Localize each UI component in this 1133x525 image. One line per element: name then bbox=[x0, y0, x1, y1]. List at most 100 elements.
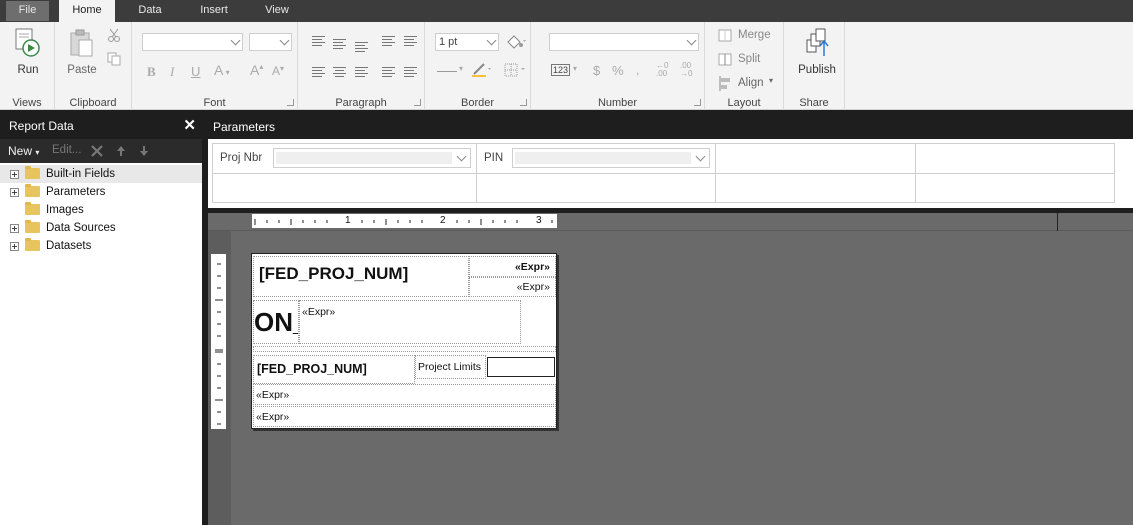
tab-insert[interactable]: Insert bbox=[190, 0, 238, 22]
folder-icon bbox=[25, 166, 40, 179]
merge-button[interactable]: Merge bbox=[718, 28, 780, 44]
expand-icon[interactable] bbox=[10, 242, 19, 251]
borders-icon[interactable] bbox=[503, 62, 527, 78]
pin-dropdown[interactable] bbox=[512, 148, 710, 168]
fill-color-icon[interactable] bbox=[505, 34, 527, 50]
project-limits-value-box[interactable] bbox=[487, 357, 555, 377]
bold-icon[interactable]: B bbox=[147, 64, 156, 80]
row-expr-textbox-1[interactable]: «Expr» bbox=[253, 384, 556, 405]
placeholder-dropdown-icon[interactable]: ▾ bbox=[573, 64, 577, 73]
font-dialog-launcher-icon[interactable] bbox=[287, 99, 294, 106]
merge-icon bbox=[718, 29, 732, 42]
align-left-icon[interactable] bbox=[312, 67, 325, 78]
split-button[interactable]: Split bbox=[718, 52, 780, 68]
publish-button[interactable]: Publish bbox=[792, 26, 840, 80]
percent-icon[interactable]: % bbox=[612, 63, 624, 78]
param-cell-proj-nbr: Proj Nbr bbox=[213, 144, 477, 174]
placeholder-styles-icon[interactable]: 123 bbox=[551, 64, 571, 76]
align-center-icon[interactable] bbox=[333, 67, 346, 78]
tree-item-data-sources[interactable]: Data Sources bbox=[0, 219, 202, 237]
logo-textbox[interactable]: ON_ bbox=[253, 300, 299, 344]
border-weight-combo[interactable]: 1 pt bbox=[435, 33, 499, 51]
ruler-mark-1: 1 bbox=[345, 215, 351, 226]
param-cell-empty bbox=[716, 144, 916, 174]
border-dialog-launcher-icon[interactable] bbox=[520, 99, 527, 106]
border-style-icon[interactable] bbox=[437, 71, 457, 72]
ruler-end-marker bbox=[1057, 213, 1058, 231]
expand-icon[interactable] bbox=[10, 170, 19, 179]
fed-proj-num-textbox[interactable]: [FED_PROJ_NUM] bbox=[253, 355, 415, 384]
numbering-icon[interactable] bbox=[404, 67, 417, 78]
delete-icon[interactable] bbox=[91, 145, 103, 157]
expand-icon[interactable] bbox=[10, 188, 19, 197]
align-button[interactable]: Align ▾ bbox=[718, 76, 780, 92]
align-top-icon[interactable] bbox=[312, 36, 325, 47]
tree-item-parameters[interactable]: Parameters bbox=[0, 183, 202, 201]
project-limits-label: Project Limits bbox=[418, 361, 482, 373]
cut-icon[interactable] bbox=[107, 28, 121, 42]
number-format-combo[interactable] bbox=[549, 33, 699, 51]
close-icon[interactable]: ✕ bbox=[183, 112, 196, 140]
align-middle-icon[interactable] bbox=[333, 39, 346, 50]
align-dropdown-icon: ▾ bbox=[769, 76, 774, 85]
bullets-icon[interactable] bbox=[382, 67, 395, 78]
font-family-combo[interactable] bbox=[142, 33, 243, 51]
paste-button[interactable]: Paste bbox=[62, 26, 102, 80]
chevron-down-icon bbox=[456, 151, 467, 162]
tab-data[interactable]: Data bbox=[128, 0, 172, 22]
align-right-icon[interactable] bbox=[355, 67, 368, 78]
tab-file[interactable]: File bbox=[6, 1, 49, 21]
title-textbox[interactable]: [FED_PROJ_NUM] bbox=[253, 256, 469, 297]
align-bottom-icon[interactable] bbox=[355, 42, 368, 53]
tab-home[interactable]: Home bbox=[59, 0, 115, 22]
comma-style-icon[interactable]: , bbox=[636, 63, 639, 77]
parameters-header: Parameters bbox=[208, 112, 1133, 139]
grow-font-icon[interactable]: A▴ bbox=[250, 62, 263, 78]
underline-icon[interactable]: U bbox=[191, 64, 200, 79]
border-style-dropdown-icon[interactable]: ▾ bbox=[459, 64, 463, 73]
font-color-icon[interactable]: A ▾ bbox=[214, 62, 230, 78]
paragraph-group-label: Paragraph bbox=[335, 97, 387, 109]
increase-indent-icon[interactable] bbox=[404, 36, 417, 47]
edit-button[interactable]: Edit... bbox=[52, 144, 81, 156]
font-size-combo[interactable] bbox=[249, 33, 292, 51]
run-button[interactable]: Run bbox=[8, 26, 48, 80]
paragraph-dialog-launcher-icon[interactable] bbox=[414, 99, 421, 106]
border-color-icon[interactable] bbox=[470, 62, 492, 78]
tree-item-built-in-fields[interactable]: Built-in Fields bbox=[0, 165, 202, 183]
decrease-decimal-icon[interactable]: .00 →0 bbox=[680, 62, 692, 78]
number-dialog-launcher-icon[interactable] bbox=[694, 99, 701, 106]
tab-view[interactable]: View bbox=[256, 0, 298, 22]
header-expr-textbox-2[interactable]: «Expr» bbox=[469, 277, 556, 297]
move-up-icon[interactable] bbox=[116, 145, 126, 157]
param-label-pin: PIN bbox=[484, 152, 504, 164]
report-data-toolbar: New ▾ Edit... bbox=[0, 139, 202, 163]
expr-textbox[interactable]: «Expr» bbox=[299, 300, 521, 344]
tree-item-images[interactable]: Images bbox=[0, 201, 202, 219]
group-border: 1 pt ▾ Border bbox=[425, 22, 531, 110]
tree-item-datasets[interactable]: Datasets bbox=[0, 237, 202, 255]
shrink-font-icon[interactable]: A▾ bbox=[272, 64, 284, 78]
run-icon bbox=[15, 28, 40, 57]
italic-icon[interactable]: I bbox=[170, 64, 174, 80]
increase-decimal-icon[interactable]: ←0.00 bbox=[656, 62, 668, 78]
border-weight-value: 1 pt bbox=[439, 36, 458, 48]
row-expr-textbox-2[interactable]: «Expr» bbox=[253, 406, 556, 427]
move-down-icon[interactable] bbox=[139, 145, 149, 157]
currency-icon[interactable]: $ bbox=[593, 63, 600, 78]
param-cell-empty bbox=[916, 144, 1114, 174]
project-limits-label-box[interactable]: Project Limits bbox=[415, 355, 486, 379]
expand-icon[interactable] bbox=[10, 224, 19, 233]
proj-nbr-dropdown[interactable] bbox=[273, 148, 471, 168]
copy-icon[interactable] bbox=[107, 52, 121, 66]
decrease-indent-icon[interactable] bbox=[382, 36, 395, 47]
header-expr-textbox[interactable]: «Expr» bbox=[469, 256, 556, 277]
folder-icon bbox=[25, 184, 40, 197]
paste-icon bbox=[70, 29, 93, 57]
tree-item-label: Built-in Fields bbox=[46, 168, 116, 180]
parameters-grid: Proj Nbr PIN bbox=[212, 143, 1115, 203]
report-body[interactable]: [FED_PROJ_NUM] «Expr» «Expr» ON_ «Expr» … bbox=[251, 253, 557, 429]
merge-label: Merge bbox=[738, 29, 771, 41]
report-data-tree: Built-in Fields Parameters Images Data S… bbox=[0, 163, 202, 255]
new-button[interactable]: New ▾ bbox=[8, 144, 39, 158]
